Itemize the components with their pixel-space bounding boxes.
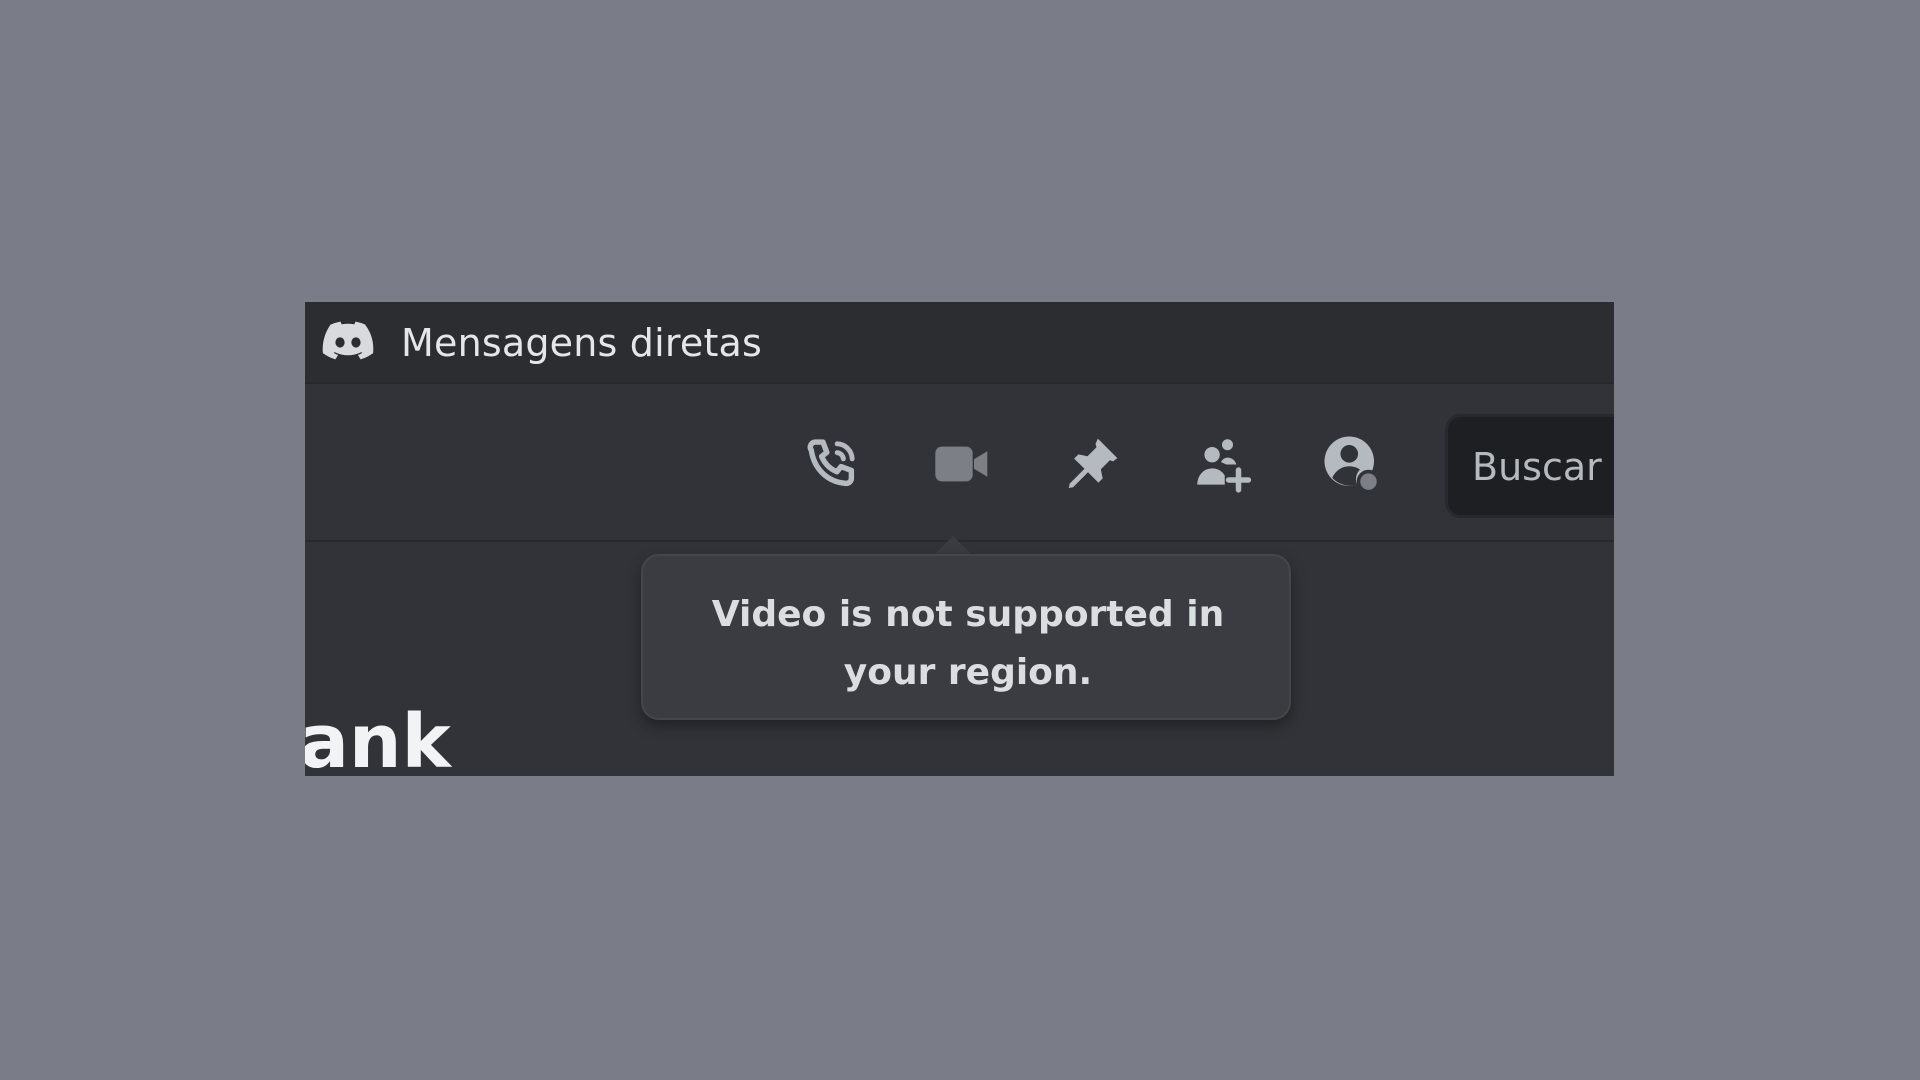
video-camera-icon — [935, 446, 988, 482]
tooltip-text: Video is not supported in your region. — [711, 594, 1225, 693]
video-unsupported-tooltip: Video is not supported in your region. — [641, 554, 1291, 720]
dm-header-toolbar — [305, 384, 1614, 542]
phone-call-icon — [807, 439, 855, 487]
tooltip-arrow — [933, 536, 973, 556]
add-user-icon — [1197, 439, 1252, 493]
title-bar: Mensagens diretas — [305, 302, 1614, 384]
window-title: Mensagens diretas — [401, 321, 763, 365]
voice-call-button[interactable] — [799, 431, 865, 497]
user-profile-button[interactable] — [1319, 431, 1385, 497]
pin-icon — [1068, 438, 1118, 488]
add-friends-button[interactable] — [1189, 431, 1255, 497]
video-call-button[interactable] — [929, 431, 995, 497]
dm-heading-fragment: ank — [305, 699, 451, 776]
search-input[interactable] — [1472, 443, 1614, 491]
discord-window: Mensagens diretas Buscar Video is not su… — [305, 302, 1614, 776]
discord-logo-icon — [322, 321, 374, 360]
user-profile-icon — [1324, 436, 1381, 494]
pinned-messages-button[interactable] — [1059, 431, 1125, 497]
search-bar[interactable] — [1445, 414, 1614, 518]
